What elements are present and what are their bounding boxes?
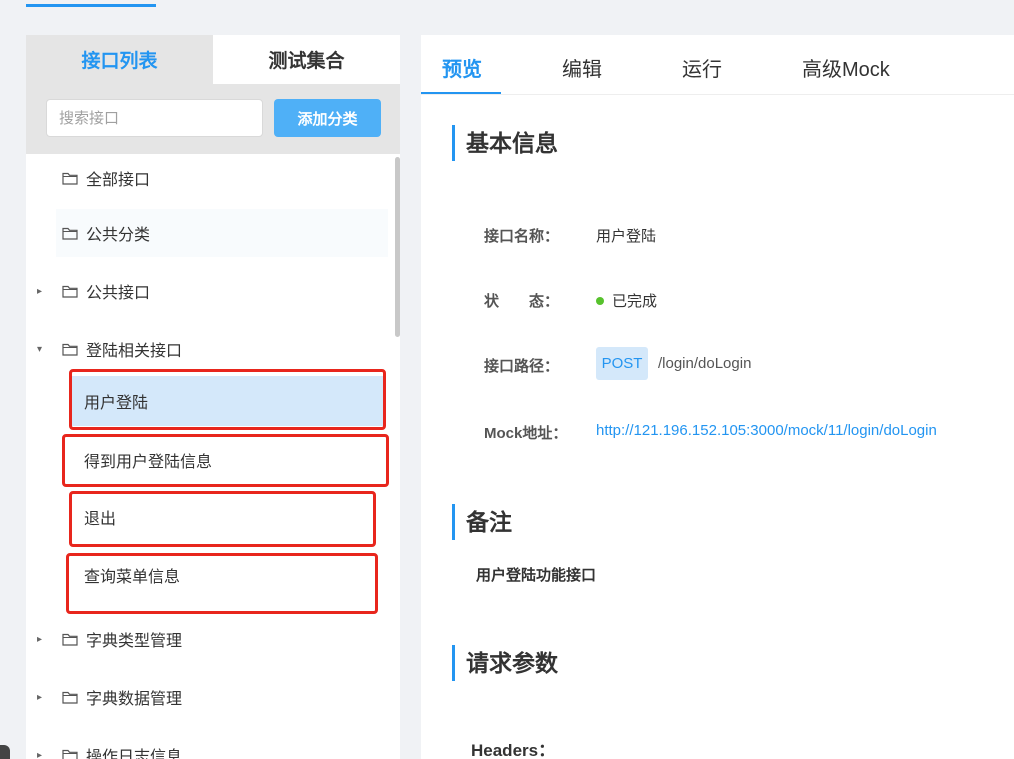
folder-icon: [62, 633, 78, 646]
tab-run[interactable]: 运行: [682, 53, 722, 82]
tree-item-label: 全部接口: [86, 172, 151, 189]
edge-fragment: [0, 745, 10, 759]
leaf-label: 得到用户登陆信息: [84, 454, 213, 471]
tree-item-dict-type[interactable]: ▸ 字典类型管理: [26, 615, 392, 663]
caret-right-icon[interactable]: ▸: [37, 750, 47, 759]
tree-item-login-interfaces[interactable]: ▾ 登陆相关接口: [26, 325, 392, 373]
leaf-label: 退出: [84, 511, 117, 528]
add-category-button[interactable]: 添加分类: [274, 99, 381, 137]
tab-edit[interactable]: 编辑: [562, 53, 602, 82]
leaf-user-login[interactable]: 用户登陆: [72, 376, 383, 426]
status-label: 状 态：: [484, 293, 560, 310]
caret-right-icon[interactable]: ▸: [37, 692, 47, 703]
caret-right-icon[interactable]: ▸: [37, 634, 47, 645]
caret-down-icon[interactable]: ▾: [37, 344, 47, 355]
headers-label: Headers：: [471, 741, 556, 759]
sidebar-search-bar: 添加分类: [26, 84, 400, 154]
sidebar-tabs: 接口列表 测试集合: [26, 35, 400, 84]
method-badge: POST: [596, 347, 648, 380]
folder-icon: [62, 343, 78, 356]
section-title-basic-info: 基本信息: [452, 125, 558, 161]
folder-icon: [62, 749, 78, 759]
leaf-label: 用户登陆: [84, 395, 149, 412]
tab-interface-list[interactable]: 接口列表: [26, 35, 213, 84]
leaf-query-menu[interactable]: 查询菜单信息: [72, 550, 383, 600]
tree-item-label: 登陆相关接口: [86, 343, 183, 360]
tree-item-all[interactable]: 全部接口: [26, 154, 392, 202]
leaf-label: 查询菜单信息: [84, 569, 181, 586]
section-title-remark: 备注: [452, 504, 512, 540]
interface-path-label: 接口路径：: [484, 358, 560, 375]
tree-item-label: 字典类型管理: [86, 633, 183, 650]
interface-name-value: 用户登陆: [596, 228, 657, 245]
main-tabs: 预览 编辑 运行 高级Mock: [421, 35, 1014, 95]
tab-preview[interactable]: 预览: [442, 53, 482, 82]
sidebar: 接口列表 测试集合 添加分类 全部接口 公共分类 ▸ 公共接口 ▾ 登陆相关接口…: [26, 35, 400, 759]
tree-item-public-interface[interactable]: ▸ 公共接口: [26, 267, 392, 315]
tree-item-operation-log[interactable]: ▸ 操作日志信息: [26, 731, 392, 759]
mock-address-link[interactable]: http://121.196.152.105:3000/mock/11/logi…: [596, 422, 937, 439]
folder-icon: [62, 691, 78, 704]
tab-test-collection[interactable]: 测试集合: [213, 35, 400, 84]
status-value: 已完成: [596, 290, 657, 311]
remark-text: 用户登陆功能接口: [476, 567, 597, 584]
search-input[interactable]: [46, 99, 263, 137]
interface-path-value: /login/doLogin: [658, 355, 752, 372]
folder-icon: [62, 172, 78, 185]
folder-icon: [62, 227, 78, 240]
tree-item-label: 字典数据管理: [86, 691, 183, 708]
top-bar-accent: [26, 4, 156, 7]
leaf-logout[interactable]: 退出: [72, 492, 383, 542]
tree-item-label: 公共分类: [86, 227, 151, 244]
section-title-request-params: 请求参数: [452, 645, 558, 681]
sidebar-scrollbar[interactable]: [395, 157, 400, 337]
caret-right-icon[interactable]: ▸: [37, 286, 47, 297]
folder-icon: [62, 285, 78, 298]
mock-address-label: Mock地址：: [484, 425, 568, 442]
tree-item-label: 操作日志信息: [86, 749, 183, 759]
leaf-get-login-info[interactable]: 得到用户登陆信息: [72, 435, 383, 485]
status-dot-icon: [596, 297, 604, 306]
interface-name-label: 接口名称：: [484, 228, 560, 245]
main-panel: 预览 编辑 运行 高级Mock 基本信息 接口名称： 用户登陆 状 态： 已完成…: [421, 35, 1014, 759]
tab-advanced-mock[interactable]: 高级Mock: [802, 53, 890, 82]
tree-item-label: 公共接口: [86, 285, 151, 302]
tree-item-dict-data[interactable]: ▸ 字典数据管理: [26, 673, 392, 721]
active-tab-indicator: [421, 92, 501, 94]
tree-item-public-category[interactable]: 公共分类: [56, 209, 388, 257]
status-text: 已完成: [612, 293, 658, 310]
